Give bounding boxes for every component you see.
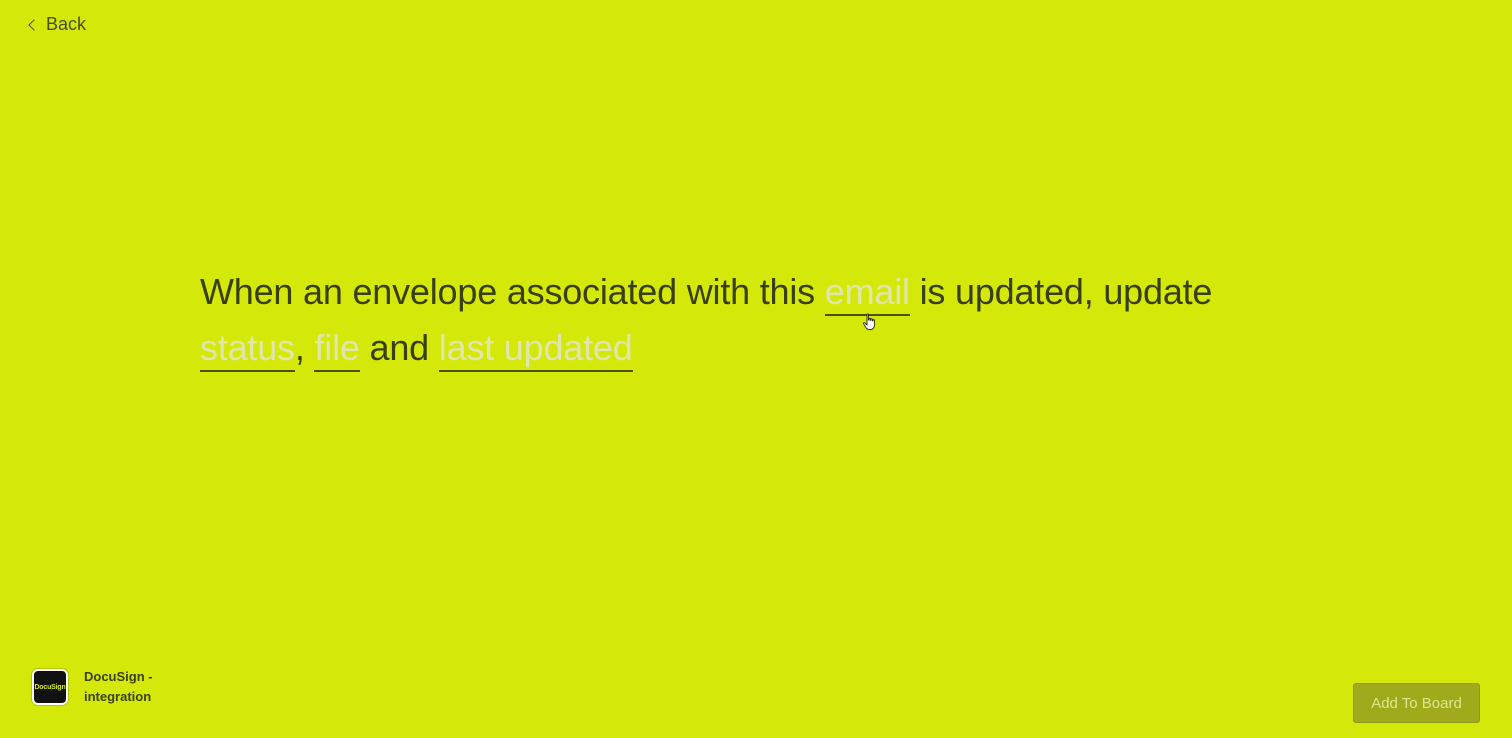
email-field-slot[interactable]: email <box>824 270 910 316</box>
chevron-left-icon <box>28 19 40 31</box>
docusign-logo: DocuSign <box>32 669 68 705</box>
recipe-sentence: When an envelope associated with this em… <box>200 264 1260 376</box>
recipe-text-part2: is updated, update <box>909 271 1213 312</box>
integration-name-line2: integration <box>84 689 152 704</box>
recipe-text-part1: When an envelope associated with this <box>200 271 825 312</box>
add-to-board-button[interactable]: Add To Board <box>1353 683 1480 723</box>
recipe-text-comma: , <box>294 327 315 368</box>
recipe-text-part3: and <box>359 327 439 368</box>
back-label: Back <box>46 14 87 34</box>
integration-brand: DocuSign DocuSign - integration <box>32 667 164 707</box>
back-link[interactable]: Back <box>28 14 87 35</box>
status-field-slot[interactable]: status <box>200 326 295 372</box>
last-updated-field-slot[interactable]: last updated <box>438 326 633 372</box>
file-field-slot[interactable]: file <box>314 326 360 372</box>
hand-pointer-icon <box>863 313 875 330</box>
integration-name-line1: DocuSign - <box>84 669 153 684</box>
integration-name: DocuSign - integration <box>84 667 164 707</box>
